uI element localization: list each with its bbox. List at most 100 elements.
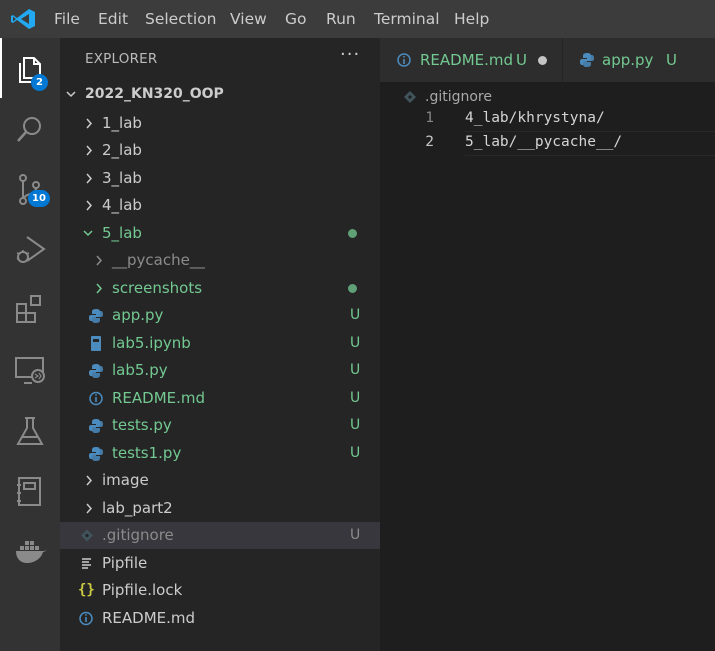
chevron-right-icon <box>86 475 93 486</box>
git-status-badge: U <box>350 390 361 406</box>
chevron-right-icon <box>86 200 93 211</box>
tree-item-label: README.md <box>112 389 206 407</box>
code-line[interactable]: 5_lab/__pycache__/ <box>465 134 622 150</box>
tree-item-label: README.md <box>102 609 196 627</box>
editor-tabs: README.md U app.py U <box>380 38 715 82</box>
notebook-file-icon <box>91 336 101 351</box>
modified-indicator <box>348 284 357 293</box>
tree-file-pipfile[interactable]: Pipfile <box>60 550 380 577</box>
python-file-icon <box>89 364 103 378</box>
tree-item-label: lab_part2 <box>102 499 173 517</box>
activity-extensions[interactable] <box>0 282 60 332</box>
python-file-icon <box>89 309 103 323</box>
more-actions-button[interactable]: ··· <box>340 44 360 65</box>
chevron-right-icon <box>96 283 103 294</box>
info-icon <box>79 611 93 626</box>
info-icon <box>397 53 411 67</box>
tab-readme[interactable]: README.md U <box>380 38 562 82</box>
tree-folder-lab_part2[interactable]: lab_part2 <box>60 495 380 522</box>
tree-item-label: Pipfile.lock <box>102 581 183 599</box>
tab-app-py[interactable]: app.py U <box>563 38 715 82</box>
menu-run[interactable]: Run <box>326 0 356 38</box>
tree-folder-3_lab[interactable]: 3_lab <box>60 165 380 192</box>
tree-item-label: 2_lab <box>102 141 142 159</box>
git-status-badge: U <box>350 362 361 378</box>
remote-explorer-icon <box>15 357 45 384</box>
tree-file-lab5-ipynb[interactable]: lab5.ipynb U <box>60 330 380 357</box>
explorer-badge: 2 <box>31 74 48 91</box>
tree-item-label: 1_lab <box>102 114 142 132</box>
menu-selection[interactable]: Selection <box>145 0 216 38</box>
git-status-badge: U <box>350 335 361 351</box>
activity-testing[interactable] <box>0 404 60 454</box>
extensions-icon <box>16 295 41 323</box>
git-status-badge: U <box>350 307 361 323</box>
tree-file-pipfile-lock[interactable]: {} Pipfile.lock <box>60 577 380 604</box>
title-bar: File Edit Selection View Go Run Terminal… <box>0 0 715 38</box>
active-indicator <box>0 38 2 98</box>
workspace-root[interactable]: 2022_KN320_OOP <box>60 81 380 108</box>
menu-go[interactable]: Go <box>285 0 307 38</box>
tree-folder-pycache[interactable]: __pycache__ <box>60 247 380 274</box>
menu-file[interactable]: File <box>54 0 80 38</box>
vscode-logo-icon <box>11 9 35 29</box>
activity-remote-explorer[interactable] <box>0 344 60 394</box>
tree-folder-2_lab[interactable]: 2_lab <box>60 137 380 164</box>
tree-file-tests1-py[interactable]: tests1.py U <box>60 440 380 467</box>
git-status-badge: U <box>350 417 361 433</box>
activity-notebook[interactable] <box>0 464 60 514</box>
tree-file-readme-root[interactable]: README.md <box>60 605 380 632</box>
chevron-right-icon <box>86 503 93 514</box>
menu-terminal[interactable]: Terminal <box>374 0 440 38</box>
explorer-sidebar: EXPLORER ··· 2022_KN320_OOP 1_lab 2_lab … <box>60 38 380 651</box>
chevron-right-icon <box>96 255 103 266</box>
chevron-right-icon <box>86 173 93 184</box>
activity-docker[interactable] <box>0 526 60 576</box>
tree-file-tests-py[interactable]: tests.py U <box>60 412 380 439</box>
modified-indicator <box>348 229 357 238</box>
tree-folder-1_lab[interactable]: 1_lab <box>60 110 380 137</box>
breadcrumb-file[interactable]: .gitignore <box>425 86 492 108</box>
activity-bar: 2 10 <box>0 38 60 651</box>
tree-folder-4_lab[interactable]: 4_lab <box>60 192 380 219</box>
python-file-icon <box>89 447 103 461</box>
tree-item-label: lab5.ipynb <box>112 334 191 352</box>
tree-file-app-py[interactable]: app.py U <box>60 302 380 329</box>
activity-run-debug[interactable] <box>0 222 60 272</box>
tree-item-label: screenshots <box>112 279 203 297</box>
python-file-icon <box>580 53 594 67</box>
chevron-right-icon <box>86 118 93 129</box>
tab-label: README.md <box>420 51 514 69</box>
code-line[interactable]: 4_lab/khrystyna/ <box>465 110 605 126</box>
tree-folder-image[interactable]: image <box>60 467 380 494</box>
tab-git-status: U <box>516 51 527 69</box>
git-status-badge: U <box>350 445 361 461</box>
tree-file-readme-5lab[interactable]: README.md U <box>60 385 380 412</box>
activity-source-control[interactable]: 10 <box>0 162 60 217</box>
workspace-root-label: 2022_KN320_OOP <box>85 86 224 102</box>
tree-item-label: tests1.py <box>112 444 182 462</box>
tree-file-gitignore[interactable]: .gitignore U <box>60 522 380 549</box>
tree-item-label: lab5.py <box>112 361 168 379</box>
tree-file-lab5-py[interactable]: lab5.py U <box>60 357 380 384</box>
tree-item-label: .gitignore <box>102 526 174 544</box>
tab-label: app.py <box>602 51 654 69</box>
tree-item-label: __pycache__ <box>112 251 205 269</box>
git-status-badge: U <box>350 527 361 543</box>
tree-item-label: tests.py <box>112 416 172 434</box>
activity-search[interactable] <box>0 102 60 152</box>
lines-file-icon <box>82 558 91 569</box>
menu-edit[interactable]: Edit <box>98 0 128 38</box>
activity-explorer[interactable]: 2 <box>0 38 60 103</box>
explorer-title: EXPLORER <box>85 51 158 67</box>
tree-item-label: Pipfile <box>102 554 148 572</box>
unsaved-dot-icon[interactable] <box>538 56 547 65</box>
editor-pane[interactable]: .gitignore 1 4_lab/khrystyna/ 2 5_lab/__… <box>380 82 715 651</box>
docker-icon <box>16 541 47 563</box>
line-number: 2 <box>425 134 434 150</box>
tree-folder-screenshots[interactable]: screenshots <box>60 275 380 302</box>
menu-help[interactable]: Help <box>454 0 489 38</box>
tree-folder-5_lab[interactable]: 5_lab <box>60 220 380 247</box>
testing-icon <box>16 417 44 445</box>
menu-view[interactable]: View <box>230 0 267 38</box>
